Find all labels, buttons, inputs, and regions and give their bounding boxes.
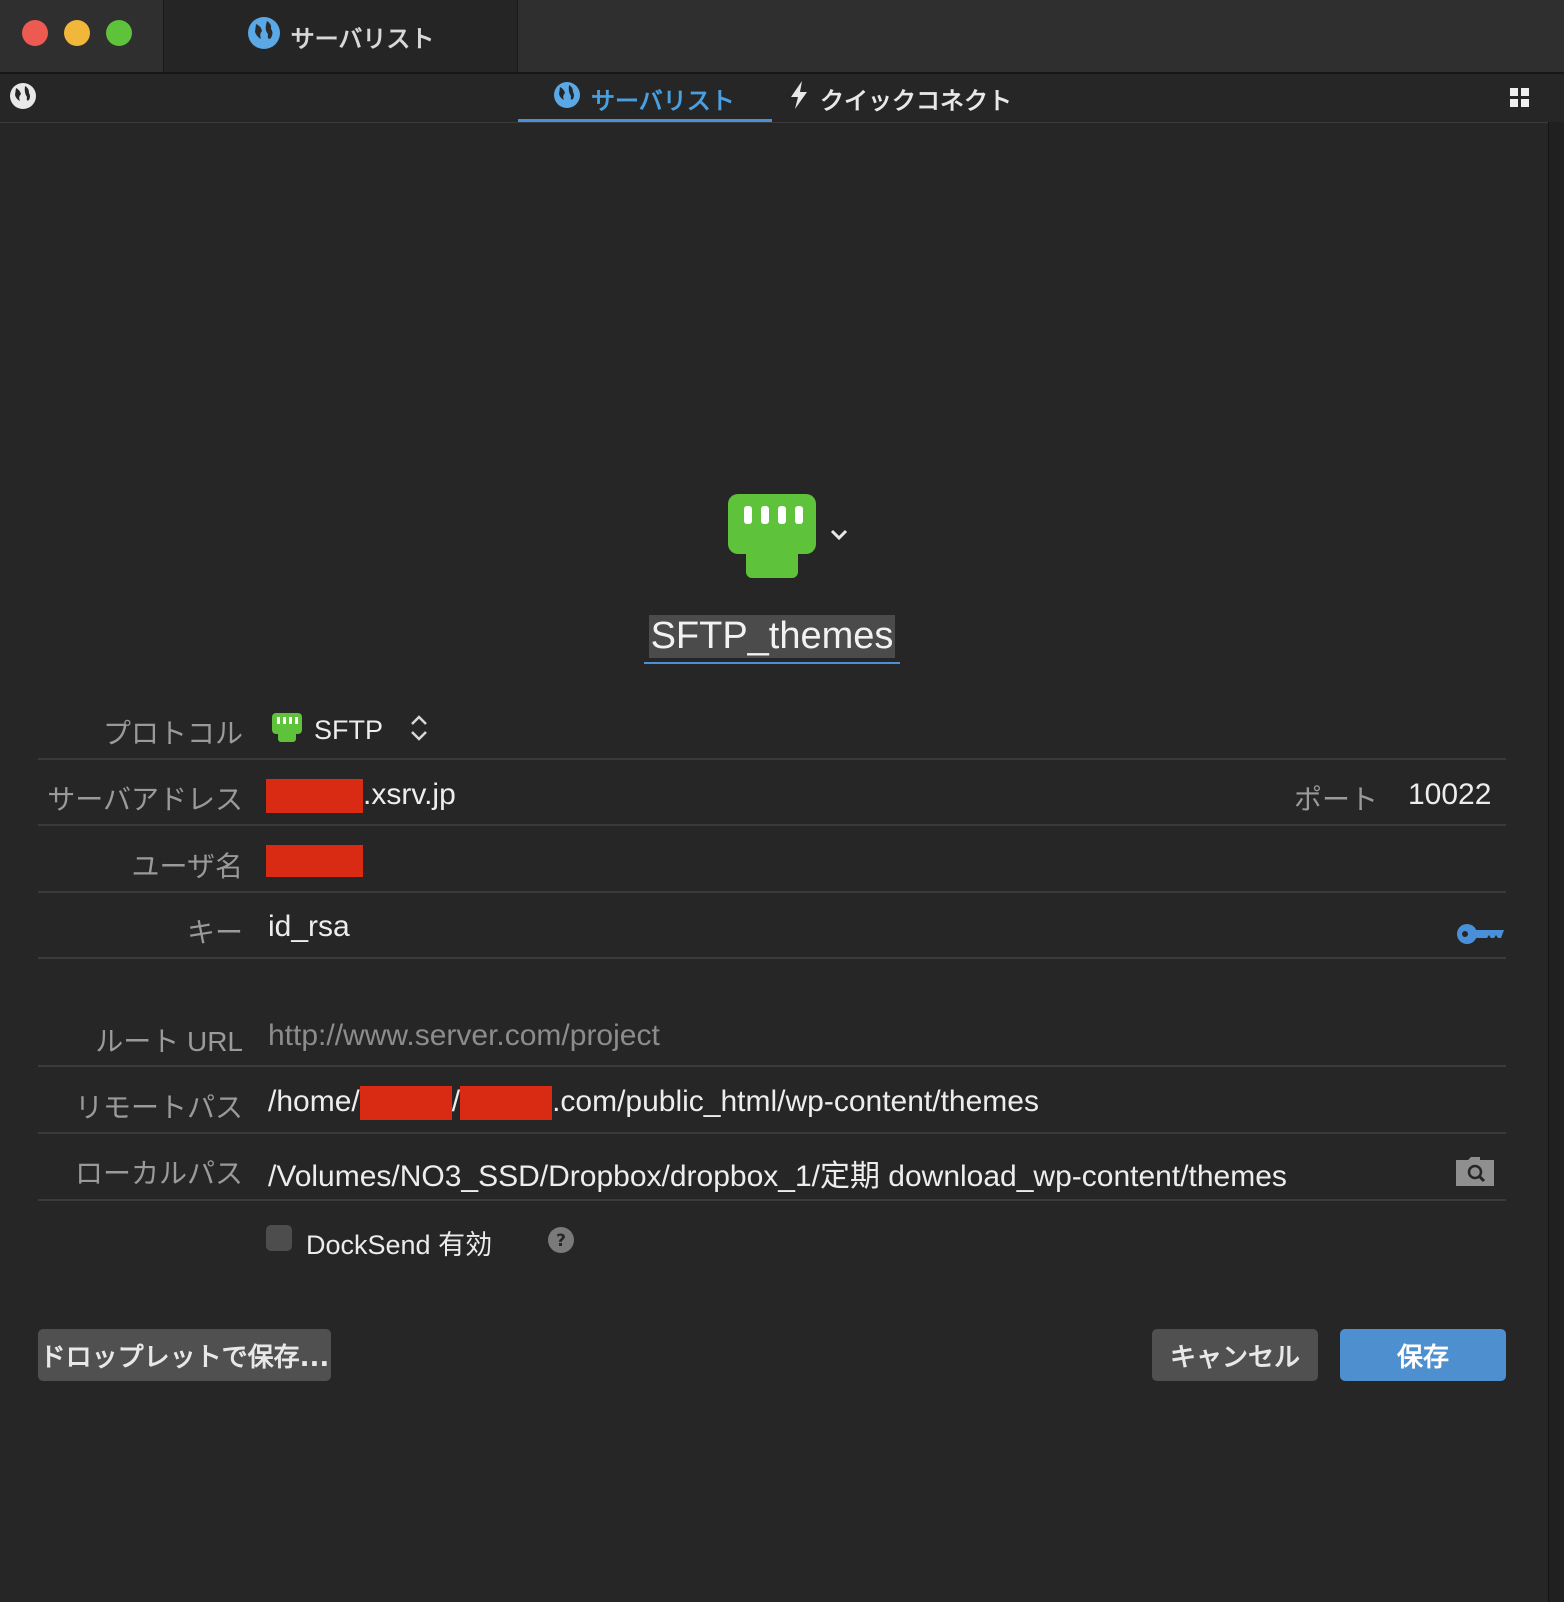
redaction <box>359 1086 452 1121</box>
grid-icon[interactable] <box>1510 88 1530 112</box>
key-label: キー <box>186 917 243 948</box>
chevron-down-icon[interactable] <box>830 526 848 545</box>
sftp-plug-icon[interactable] <box>728 494 816 582</box>
tab-server-list-label: サーバリスト <box>591 86 735 115</box>
tab-quick-connect[interactable]: クイックコネクト <box>788 74 1012 122</box>
redaction <box>266 779 363 814</box>
window-tab[interactable]: サーバリスト <box>163 0 518 72</box>
server-name: SFTP_themes <box>648 614 896 658</box>
remote-path-prefix: /home/ <box>268 1085 360 1118</box>
root-url-input[interactable]: http://www.server.com/project <box>268 1019 660 1053</box>
separator <box>38 824 1506 826</box>
globe-icon[interactable] <box>9 82 37 114</box>
server-address-suffix: .xsrv.jp <box>363 778 456 811</box>
cancel-button[interactable]: キャンセル <box>1152 1329 1318 1381</box>
tab-quick-connect-label: クイックコネクト <box>820 86 1012 115</box>
server-address-input[interactable]: .xsrv.jp <box>266 778 456 814</box>
tab-server-list[interactable]: サーバリスト <box>553 74 735 122</box>
remote-path-input[interactable]: /home/ / .com/public_html/wp-content/theme… <box>268 1085 1039 1121</box>
port-label: ポート <box>1294 784 1379 815</box>
separator <box>38 1199 1506 1201</box>
separator <box>38 1132 1506 1134</box>
protocol-select[interactable]: SFTP <box>272 713 429 747</box>
protocol-label: プロトコル <box>102 718 243 749</box>
docksend-label: DockSend 有効 <box>306 1230 493 1260</box>
docksend-checkbox[interactable] <box>266 1225 292 1251</box>
globe-icon <box>247 16 281 56</box>
local-path-label: ローカルパス <box>74 1158 243 1189</box>
active-tab-indicator <box>518 119 772 122</box>
separator <box>38 891 1506 893</box>
server-name-underline <box>644 662 900 664</box>
toolbar <box>0 74 1550 123</box>
bolt-icon <box>788 80 810 116</box>
svg-text:?: ? <box>556 1231 566 1251</box>
remote-path-suffix: .com/public_html/wp-content/themes <box>552 1085 1039 1118</box>
remote-path-label: リモートパス <box>74 1092 243 1123</box>
scrollbar[interactable] <box>1548 122 1564 1602</box>
remote-path-separator: / <box>451 1085 461 1118</box>
key-icon[interactable] <box>1456 920 1506 952</box>
window-tab-title: サーバリスト <box>290 24 435 53</box>
username-input[interactable] <box>266 845 363 877</box>
help-icon[interactable]: ? <box>547 1226 575 1258</box>
minimize-button[interactable] <box>64 20 90 46</box>
server-name-field[interactable]: SFTP_themes <box>644 608 900 664</box>
save-button[interactable]: 保存 <box>1340 1329 1506 1381</box>
redaction <box>460 1086 553 1121</box>
redaction <box>266 845 363 877</box>
separator <box>38 1065 1506 1067</box>
separator <box>38 758 1506 760</box>
key-input[interactable]: id_rsa <box>268 910 350 944</box>
save-droplet-button[interactable]: ドロップレットで保存... <box>38 1329 331 1381</box>
local-path-input[interactable]: /Volumes/NO3_SSD/Dropbox/dropbox_1/定期 do… <box>268 1151 1287 1195</box>
stepper-icon <box>409 713 429 747</box>
separator <box>38 957 1506 959</box>
username-label: ユーザ名 <box>131 851 243 882</box>
sftp-plug-icon <box>272 713 302 747</box>
port-input[interactable]: 10022 <box>1408 778 1491 812</box>
server-address-label: サーバアドレス <box>47 784 243 815</box>
protocol-value: SFTP <box>314 714 384 745</box>
globe-icon <box>553 81 581 115</box>
root-url-label: ルート URL <box>95 1026 243 1057</box>
close-button[interactable] <box>22 20 48 46</box>
folder-search-icon[interactable] <box>1456 1156 1494 1190</box>
zoom-button[interactable] <box>106 20 132 46</box>
